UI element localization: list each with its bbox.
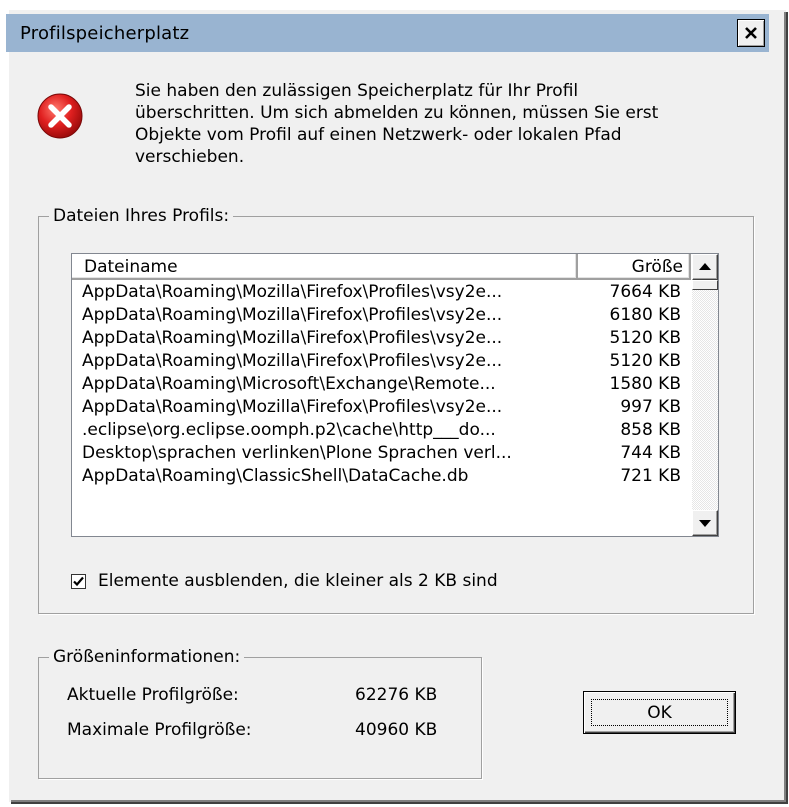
column-header-size[interactable]: Größe — [578, 254, 691, 280]
arrow-up-icon — [699, 263, 711, 270]
column-header-filename[interactable]: Dateiname — [72, 254, 578, 280]
hide-small-files-label[interactable]: Elemente ausblenden, die kleiner als 2 K… — [98, 571, 498, 591]
hide-small-files-checkbox[interactable] — [71, 573, 86, 589]
file-name: AppData\Roaming\Microsoft\Exchange\Remot… — [82, 374, 496, 394]
file-list[interactable]: Dateiname Größe AppData\Roaming\Mozilla\… — [71, 253, 719, 537]
file-name: AppData\Roaming\Mozilla\Firefox\Profiles… — [82, 397, 503, 417]
ok-button-label: OK — [591, 699, 728, 726]
close-icon — [745, 27, 757, 39]
file-size: 721 KB — [620, 466, 681, 486]
error-message: Sie haben den zulässigen Speicherplatz f… — [135, 80, 735, 168]
size-info-group-label: Größeninformationen: — [49, 647, 245, 667]
file-name: AppData\Roaming\ClassicShell\DataCache.d… — [82, 466, 469, 486]
list-item[interactable]: Desktop\sprachen verlinken\Plone Sprache… — [72, 442, 691, 465]
title-bar[interactable]: Profilspeicherplatz — [6, 14, 769, 52]
file-name: AppData\Roaming\Mozilla\Firefox\Profiles… — [82, 305, 503, 325]
file-size: 744 KB — [620, 443, 681, 463]
list-item[interactable]: AppData\Roaming\Mozilla\Firefox\Profiles… — [72, 281, 691, 304]
ok-button[interactable]: OK — [583, 691, 736, 734]
file-name: .eclipse\org.eclipse.oomph.p2\cache\http… — [82, 420, 496, 440]
list-item[interactable]: AppData\Roaming\Mozilla\Firefox\Profiles… — [72, 350, 691, 373]
max-size-value: 40960 KB — [355, 720, 438, 740]
file-size: 5120 KB — [609, 328, 681, 348]
close-button[interactable] — [737, 19, 765, 47]
file-size: 1580 KB — [609, 374, 681, 394]
list-item[interactable]: AppData\Roaming\Mozilla\Firefox\Profiles… — [72, 327, 691, 350]
file-size: 997 KB — [620, 397, 681, 417]
current-size-value: 62276 KB — [355, 685, 438, 705]
file-size: 7664 KB — [609, 282, 681, 302]
list-item[interactable]: AppData\Roaming\Microsoft\Exchange\Remot… — [72, 373, 691, 396]
profile-files-group-label: Dateien Ihres Profils: — [49, 206, 234, 226]
file-name: AppData\Roaming\Mozilla\Firefox\Profiles… — [82, 351, 503, 371]
error-icon — [37, 93, 83, 139]
message-line: Sie haben den zulässigen Speicherplatz f… — [135, 81, 579, 101]
dialog-title: Profilspeicherplatz — [20, 23, 190, 44]
file-name: AppData\Roaming\Mozilla\Firefox\Profiles… — [82, 328, 503, 348]
file-size: 5120 KB — [609, 351, 681, 371]
list-rows: AppData\Roaming\Mozilla\Firefox\Profiles… — [72, 281, 691, 488]
list-item[interactable]: .eclipse\org.eclipse.oomph.p2\cache\http… — [72, 419, 691, 442]
list-header: Dateiname Größe — [72, 254, 691, 280]
file-name: AppData\Roaming\Mozilla\Firefox\Profiles… — [82, 282, 503, 302]
scroll-thumb[interactable] — [692, 280, 718, 290]
current-size-label: Aktuelle Profilgröße: — [67, 685, 239, 705]
hide-small-files-option[interactable]: Elemente ausblenden, die kleiner als 2 K… — [71, 569, 498, 593]
message-line: Objekte vom Profil auf einen Netzwerk- o… — [135, 125, 622, 145]
checkmark-icon — [73, 576, 84, 586]
vertical-scrollbar[interactable] — [692, 254, 718, 536]
arrow-down-icon — [699, 520, 711, 527]
message-line: verschieben. — [135, 147, 245, 167]
scroll-up-button[interactable] — [692, 254, 718, 280]
list-item[interactable]: AppData\Roaming\Mozilla\Firefox\Profiles… — [72, 396, 691, 419]
list-item[interactable]: AppData\Roaming\ClassicShell\DataCache.d… — [72, 465, 691, 488]
file-size: 858 KB — [620, 420, 681, 440]
max-size-label: Maximale Profilgröße: — [67, 720, 252, 740]
list-item[interactable]: AppData\Roaming\Mozilla\Firefox\Profiles… — [72, 304, 691, 327]
file-size: 6180 KB — [609, 305, 681, 325]
file-name: Desktop\sprachen verlinken\Plone Sprache… — [82, 443, 512, 463]
size-info-group: Größeninformationen: Aktuelle Profilgröß… — [38, 647, 482, 779]
scroll-down-button[interactable] — [692, 510, 718, 536]
message-line: überschritten. Um sich abmelden zu könne… — [135, 103, 659, 123]
profile-files-group: Dateien Ihres Profils: Dateiname Größe A… — [38, 206, 754, 614]
scroll-track[interactable] — [692, 290, 718, 510]
